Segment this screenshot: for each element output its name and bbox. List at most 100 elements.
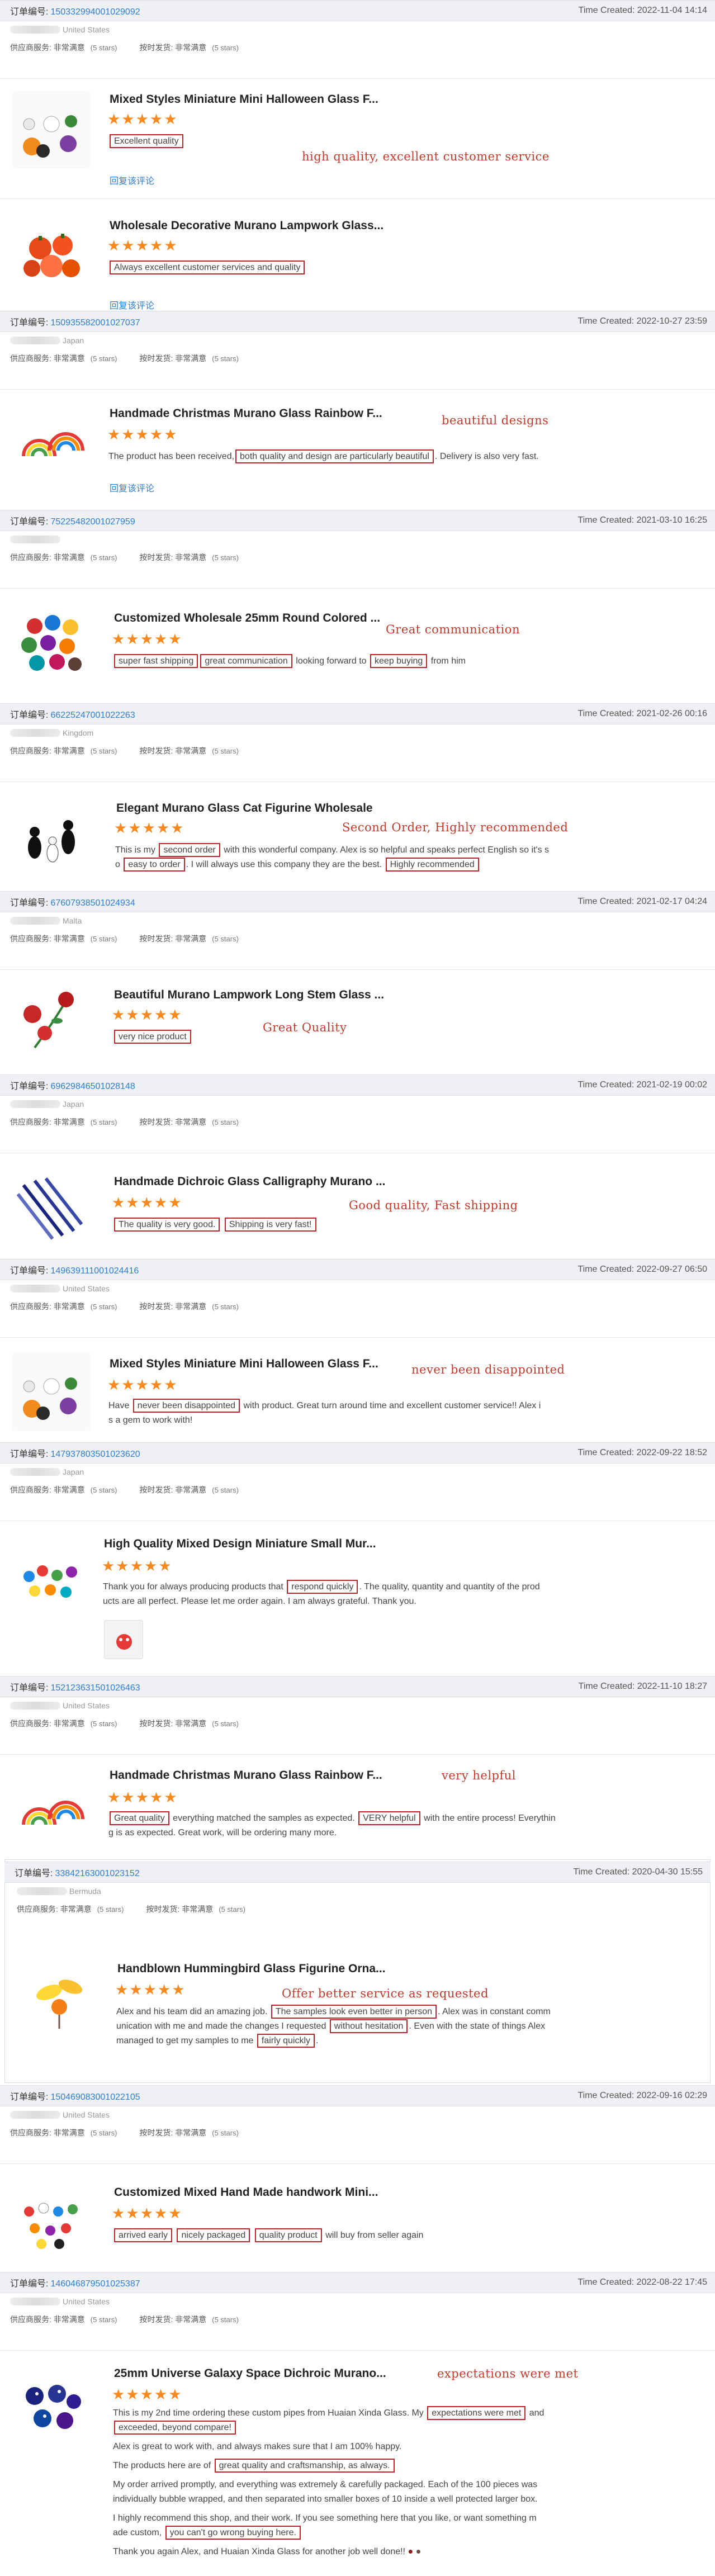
review-text-part: will buy from seller again: [323, 2231, 424, 2240]
review-text: Alex and his team did an amazing job. Th…: [116, 2005, 698, 2048]
rating-stars-note: (5 stars): [97, 1905, 124, 1914]
product-name-link[interactable]: Customized Wholesale 25mm Round Colored …: [114, 612, 380, 625]
blurred-buyer-name: [10, 1468, 60, 1476]
highlight-box: The quality is very good.: [114, 1218, 220, 1232]
review-text-part: . The quality, quantity and quantity of …: [359, 1582, 540, 1592]
supplier-service-rating: 供应商服务: 非常满意: [10, 2128, 85, 2137]
blurred-buyer-name: [10, 1702, 60, 1710]
rating-stars-note: (5 stars): [90, 747, 117, 755]
order-number-link[interactable]: 69629846501028148: [50, 1082, 135, 1091]
product-thumbnail[interactable]: [12, 797, 91, 875]
review-stars: ★★★★★: [114, 820, 185, 836]
product-name-link[interactable]: 25mm Universe Galaxy Space Dichroic Mura…: [114, 2367, 386, 2380]
review-text: This is my second order with this wonder…: [115, 843, 674, 872]
order-number-link[interactable]: 146046879501025387: [50, 2279, 140, 2289]
order-header: 订单编号: 149639111001024416 Time Created: 20…: [0, 1259, 715, 1280]
product-thumbnail[interactable]: [12, 1168, 91, 1247]
order-number-link[interactable]: 75225482001027959: [50, 517, 135, 527]
order-number-link[interactable]: 149639111001024416: [50, 1266, 139, 1276]
review-text-part: Alex and his team did an amazing job.: [116, 2007, 270, 2016]
review-text-part: s a gem to work with!: [108, 1415, 193, 1425]
ratings-row: 供应商服务: 非常满意 (5 stars) 按时发货: 非常满意 (5 stars): [0, 1480, 715, 1499]
supplier-service-rating: 供应商服务: 非常满意: [10, 746, 85, 755]
order-number-link[interactable]: 67607938501024934: [50, 898, 135, 908]
blurred-buyer-name: [17, 1887, 67, 1895]
supplier-service-rating: 供应商服务: 非常满意: [10, 553, 85, 562]
review-text-part: The product has been received,: [108, 452, 235, 461]
product-name-link[interactable]: Handmade Dichroic Glass Calligraphy Mura…: [114, 1175, 385, 1188]
product-name-link[interactable]: Elegant Murano Glass Cat Figurine Wholes…: [116, 802, 373, 815]
order-header: 订单编号: 150935582001027037 Time Created: 20…: [0, 311, 715, 332]
delivery-rating: 按时发货: 非常满意: [139, 553, 207, 562]
order-number-link[interactable]: 152123631501026463: [50, 1683, 140, 1693]
order-number-link[interactable]: 66225247001022263: [50, 711, 135, 720]
buyer-info: United States: [0, 2293, 715, 2310]
order-number-link[interactable]: 33842163001023152: [55, 1869, 139, 1878]
product-name-link[interactable]: Beautiful Murano Lampwork Long Stem Glas…: [114, 988, 384, 1002]
reply-link[interactable]: 回复该评论: [110, 173, 154, 187]
order-number-link[interactable]: 150332994001029092: [50, 7, 140, 17]
rating-stars-note: (5 stars): [90, 935, 117, 943]
review-text-part: managed to get my samples to me: [116, 2036, 256, 2045]
buyer-info: United States: [0, 21, 715, 38]
review-stars: ★★★★★: [107, 1789, 178, 1806]
time-created: Time Created: 2021-02-19 00:02: [577, 1080, 707, 1090]
product-thumbnail[interactable]: [12, 215, 91, 293]
order-number-link[interactable]: 150935582001027037: [50, 318, 140, 328]
product-thumbnail[interactable]: [12, 91, 91, 169]
time-created: Time Created: 2022-09-22 18:52: [577, 1448, 707, 1457]
review-stars: ★★★★★: [112, 1194, 183, 1211]
delivery-rating: 按时发货: 非常满意: [139, 1302, 207, 1311]
product-name-link[interactable]: Handmade Christmas Murano Glass Rainbow …: [110, 1769, 382, 1782]
ratings-row: 供应商服务: 非常满意 (5 stars) 按时发货: 非常满意 (5 stars): [0, 1900, 715, 1919]
product-thumbnail[interactable]: [12, 1543, 91, 1621]
product-name-link[interactable]: Handblown Hummingbird Glass Figurine Orn…: [117, 1962, 386, 1976]
buyer-country: Japan: [63, 336, 84, 345]
review-stars: ★★★★★: [112, 631, 183, 647]
review-text-part: everything matched the samples as expect…: [170, 1813, 358, 1823]
order-number-link[interactable]: 147937803501023620: [50, 1450, 140, 1459]
product-thumbnail[interactable]: [20, 1953, 98, 2032]
order-header: 订单编号: 150469083001022105 Time Created: 20…: [0, 2085, 715, 2106]
product-thumbnail[interactable]: [12, 1769, 91, 1847]
order-number-link[interactable]: 150469083001022105: [50, 2092, 140, 2102]
handwritten-annotation: high quality, excellent customer service: [302, 150, 550, 163]
product-name-link[interactable]: Customized Mixed Hand Made handwork Mini…: [114, 2186, 378, 2199]
product-name-link[interactable]: High Quality Mixed Design Miniature Smal…: [104, 1537, 376, 1551]
review-text-part: .: [316, 2036, 319, 2045]
reply-link[interactable]: 回复该评论: [110, 481, 154, 494]
rating-stars-note: (5 stars): [212, 747, 239, 755]
review-text-part: . Alex was in constant comm: [437, 2007, 551, 2016]
buyer-country: Kingdom: [63, 728, 94, 737]
product-thumbnail[interactable]: [12, 604, 91, 682]
rating-stars-note: (5 stars): [212, 44, 239, 52]
buyer-country: Japan: [63, 1100, 84, 1109]
highlight-box: Always excellent customer services and q…: [110, 261, 305, 274]
product-thumbnail[interactable]: [12, 2184, 91, 2262]
buyer-info: Japan: [0, 1096, 715, 1112]
highlight-box: both quality and design are particularly…: [235, 449, 434, 463]
product-name-link[interactable]: Handmade Christmas Murano Glass Rainbow …: [110, 407, 382, 420]
review-photo-thumbnail[interactable]: [104, 1620, 143, 1659]
product-thumbnail[interactable]: [12, 1353, 91, 1431]
product-name-link[interactable]: Mixed Styles Miniature Mini Halloween Gl…: [110, 1357, 378, 1371]
ratings-row: 供应商服务: 非常满意 (5 stars) 按时发货: 非常满意 (5 stars): [0, 2123, 715, 2142]
product-name-link[interactable]: Mixed Styles Miniature Mini Halloween Gl…: [110, 93, 378, 106]
handwritten-annotation: very helpful: [442, 1769, 516, 1782]
product-name-link[interactable]: Wholesale Decorative Murano Lampwork Gla…: [110, 219, 383, 233]
divider: [0, 588, 715, 589]
review-text: Excellent quality: [108, 134, 612, 149]
product-thumbnail[interactable]: [12, 981, 91, 1059]
handwritten-annotation: beautiful designs: [442, 414, 549, 427]
rating-stars-note: (5 stars): [212, 1720, 239, 1728]
review-text-part: ucts are all perfect. Please let me orde…: [103, 1597, 416, 1606]
reply-link[interactable]: 回复该评论: [110, 298, 154, 311]
ratings-row: 供应商服务: 非常满意 (5 stars) 按时发货: 非常满意 (5 stars): [0, 548, 715, 567]
product-thumbnail[interactable]: [12, 2368, 91, 2446]
review-text-part: with this wonderful company. Alex is so …: [221, 845, 550, 855]
buyer-info: United States: [0, 1697, 715, 1714]
supplier-service-rating: 供应商服务: 非常满意: [10, 43, 85, 52]
delivery-rating: 按时发货: 非常满意: [139, 1117, 207, 1126]
product-thumbnail[interactable]: [12, 400, 91, 479]
highlight-box: keep buying: [370, 654, 428, 668]
